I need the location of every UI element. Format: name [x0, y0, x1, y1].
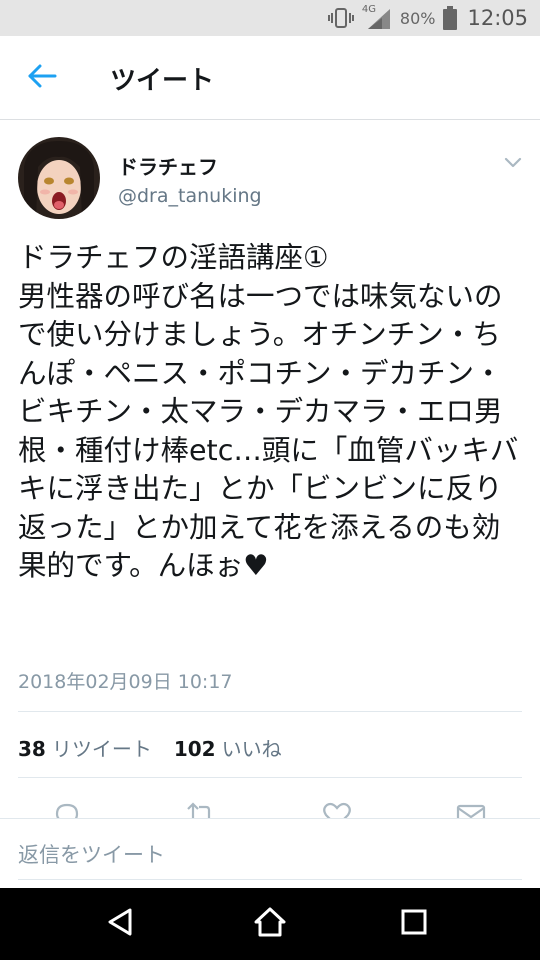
- home-circle-icon: [253, 906, 287, 942]
- tweet-stats: 38 リツイート 102 いいね: [18, 733, 282, 762]
- avatar[interactable]: [18, 137, 100, 219]
- tweet-text: ドラチェフの淫語講座① 男性器の呼び名は一つでは味気ないので使い分けましょう。オ…: [18, 241, 519, 582]
- reply-composer: 返信をツイート: [0, 818, 540, 888]
- recents-square-icon: [400, 908, 428, 940]
- battery-percent: 80%: [399, 8, 436, 28]
- divider: [18, 777, 522, 778]
- clock: 12:05: [467, 6, 528, 30]
- reply-input[interactable]: 返信をツイート: [18, 839, 165, 869]
- nav-home-button[interactable]: [250, 906, 290, 942]
- arrow-left-icon: [27, 64, 57, 92]
- status-indicators: 4G 80% 12:05: [327, 0, 528, 36]
- tweet-timestamp: 2018年02月09日 10:17: [18, 671, 233, 693]
- more-options-button[interactable]: [500, 151, 526, 173]
- page-title: ツイート: [110, 66, 215, 96]
- back-triangle-icon: [106, 907, 134, 941]
- nav-recents-button[interactable]: [394, 906, 434, 942]
- display-name[interactable]: ドラチェフ: [118, 151, 218, 180]
- battery-icon: [443, 6, 458, 30]
- reply-input-underline: [18, 879, 522, 880]
- system-nav-bar: [0, 888, 540, 960]
- status-bar: 4G 80% 12:05: [0, 0, 540, 36]
- like-count-label[interactable]: いいね: [222, 733, 282, 762]
- chevron-down-icon: [500, 157, 526, 177]
- nav-back-button[interactable]: [100, 906, 140, 942]
- vibrate-icon: [327, 7, 354, 29]
- divider: [18, 711, 522, 712]
- like-count[interactable]: 102: [174, 737, 216, 761]
- retweet-count-label[interactable]: リツイート: [52, 733, 152, 762]
- signal-icon: 4G: [362, 4, 392, 30]
- retweet-count[interactable]: 38: [18, 737, 46, 761]
- app-header: ツイート: [0, 36, 540, 120]
- back-button[interactable]: [22, 61, 62, 95]
- user-handle[interactable]: @dra_tanuking: [118, 185, 262, 207]
